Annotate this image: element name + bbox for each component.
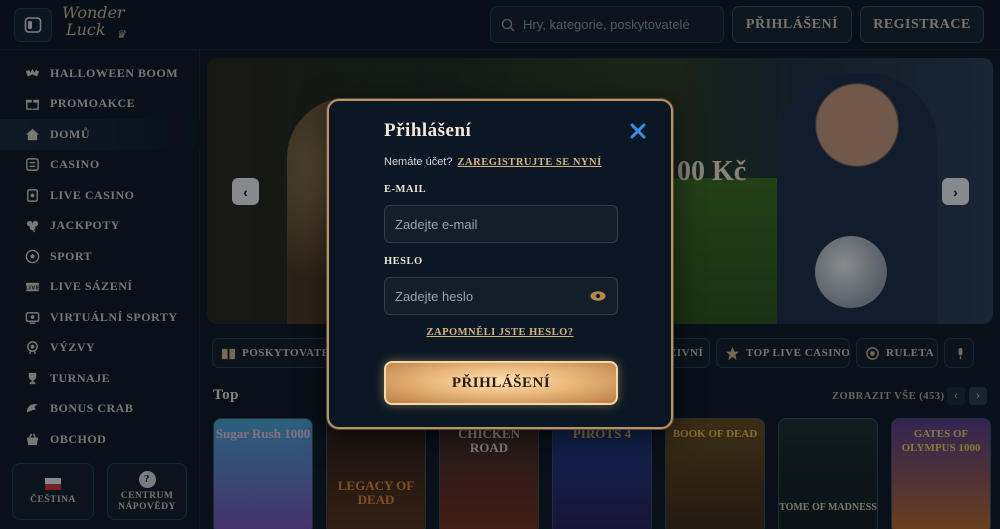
close-button[interactable] <box>628 121 648 141</box>
close-icon <box>630 123 646 139</box>
email-input[interactable] <box>395 216 607 232</box>
email-field[interactable] <box>384 205 618 243</box>
login-submit-button[interactable]: PŘIHLÁŠENÍ <box>384 361 618 405</box>
forgot-password-link[interactable]: ZAPOMNĚLI JSTE HESLO? <box>329 327 671 338</box>
modal-title: Přihlášení <box>384 120 472 141</box>
register-link[interactable]: ZAREGISTRUJTE SE NYNÍ <box>458 157 602 168</box>
login-modal: Přihlášení Nemáte účet? ZAREGISTRUJTE SE… <box>327 99 673 429</box>
password-label: HESLO <box>384 256 423 267</box>
eye-icon[interactable] <box>589 290 607 302</box>
password-input[interactable] <box>395 288 589 304</box>
no-account-text: Nemáte účet? <box>384 156 453 168</box>
email-label: E-MAIL <box>384 184 427 195</box>
password-field[interactable] <box>384 277 618 315</box>
no-account-row: Nemáte účet? ZAREGISTRUJTE SE NYNÍ <box>384 156 602 168</box>
